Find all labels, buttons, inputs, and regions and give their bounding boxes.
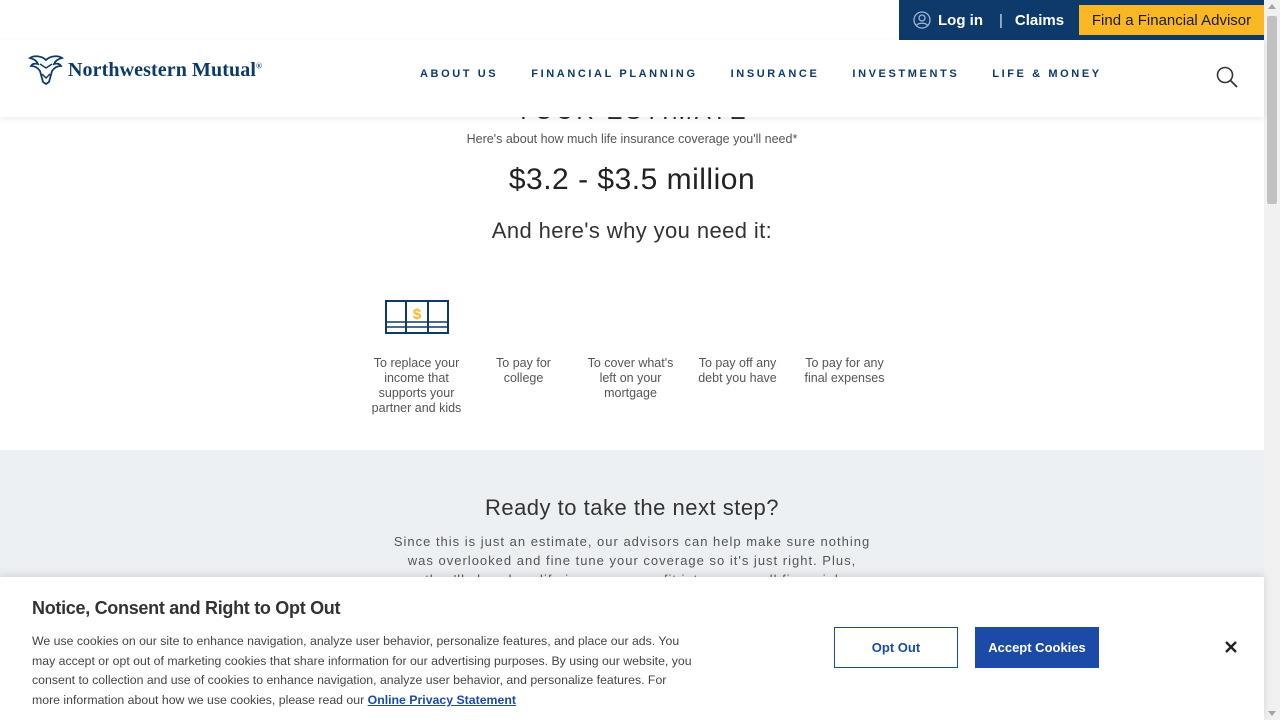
reasons-list: $ To replace your income that supports y… [363, 300, 898, 416]
nav-about-us[interactable]: ABOUT US [420, 68, 498, 80]
reason-label: To pay for college [496, 356, 551, 385]
search-icon[interactable] [1216, 66, 1238, 88]
eagle-logo-icon [28, 55, 64, 86]
cookie-title: Notice, Consent and Right to Opt Out [32, 598, 341, 618]
accept-cookies-button[interactable]: Accept Cookies [975, 627, 1099, 668]
scrollbar-thumb[interactable] [1267, 16, 1277, 204]
nav-life-and-money[interactable]: LIFE & MONEY [992, 68, 1101, 80]
utility-separator: | [999, 11, 1003, 29]
nav-financial-planning[interactable]: FINANCIAL PLANNING [531, 68, 697, 80]
user-icon [913, 11, 931, 29]
reason-icon-placeholder [599, 300, 663, 335]
cookie-body-text: We use cookies on our site to enhance na… [32, 634, 692, 708]
opt-out-button[interactable]: Opt Out [834, 627, 958, 668]
cookie-banner: Notice, Consent and Right to Opt Out We … [0, 577, 1264, 720]
cookie-body: We use cookies on our site to enhance na… [32, 632, 692, 711]
reason-label: To cover what's left on your mortgage [587, 356, 674, 400]
page: YOUR ESTIMATE Here's about how much life… [0, 0, 1280, 720]
close-icon[interactable] [1222, 638, 1240, 656]
nav-insurance[interactable]: INSURANCE [731, 68, 820, 80]
reason-icon-placeholder [492, 300, 556, 335]
reason-item-final-expenses: To pay for any final expenses [791, 300, 898, 416]
logo-text: Northwestern Mutual® [68, 59, 262, 82]
page-scrollbar[interactable] [1264, 0, 1280, 720]
reason-label: To pay off any debt you have [698, 356, 777, 385]
coverage-amount: $3.2 - $3.5 million [508, 163, 756, 196]
logo[interactable]: Northwestern Mutual® [28, 54, 262, 86]
money-icon: $ [384, 300, 449, 334]
site-header: Northwestern Mutual® ABOUT US FINANCIAL … [0, 40, 1264, 117]
main-nav: ABOUT US FINANCIAL PLANNING INSURANCE IN… [420, 68, 1135, 80]
reason-label: To pay for any final expenses [804, 356, 885, 385]
privacy-statement-link[interactable]: Online Privacy Statement [368, 693, 516, 707]
reason-icon-placeholder [813, 300, 877, 335]
reason-label: To replace your income that supports you… [371, 356, 462, 415]
logo-name: Northwestern Mutual [68, 58, 256, 81]
scroll-down-arrow-icon[interactable] [1268, 711, 1276, 716]
next-step-title: Ready to take the next step? [484, 495, 780, 520]
claims-link[interactable]: Claims [1015, 12, 1064, 29]
reason-item-debt: To pay off any debt you have [684, 300, 791, 416]
next-step-section: Ready to take the next step? Since this … [0, 450, 1264, 587]
registered-mark: ® [255, 60, 263, 70]
login-label: Log in [938, 11, 983, 29]
login-link[interactable]: Log in [913, 11, 983, 29]
reason-item-mortgage: To cover what's left on your mortgage [577, 300, 684, 416]
reason-item-income: $ To replace your income that supports y… [363, 300, 470, 416]
why-heading: And here's why you need it: [491, 218, 773, 243]
reason-icon-placeholder [706, 300, 770, 335]
estimate-subtitle: Here's about how much life insurance cov… [466, 132, 798, 146]
nav-investments[interactable]: INVESTMENTS [852, 68, 959, 80]
reason-item-college: To pay for college [470, 300, 577, 416]
scroll-up-arrow-icon[interactable] [1268, 4, 1276, 9]
svg-text:$: $ [412, 306, 421, 323]
utility-bar: Log in | Claims Find a Financial Advisor [899, 0, 1264, 40]
find-advisor-button[interactable]: Find a Financial Advisor [1079, 5, 1264, 35]
